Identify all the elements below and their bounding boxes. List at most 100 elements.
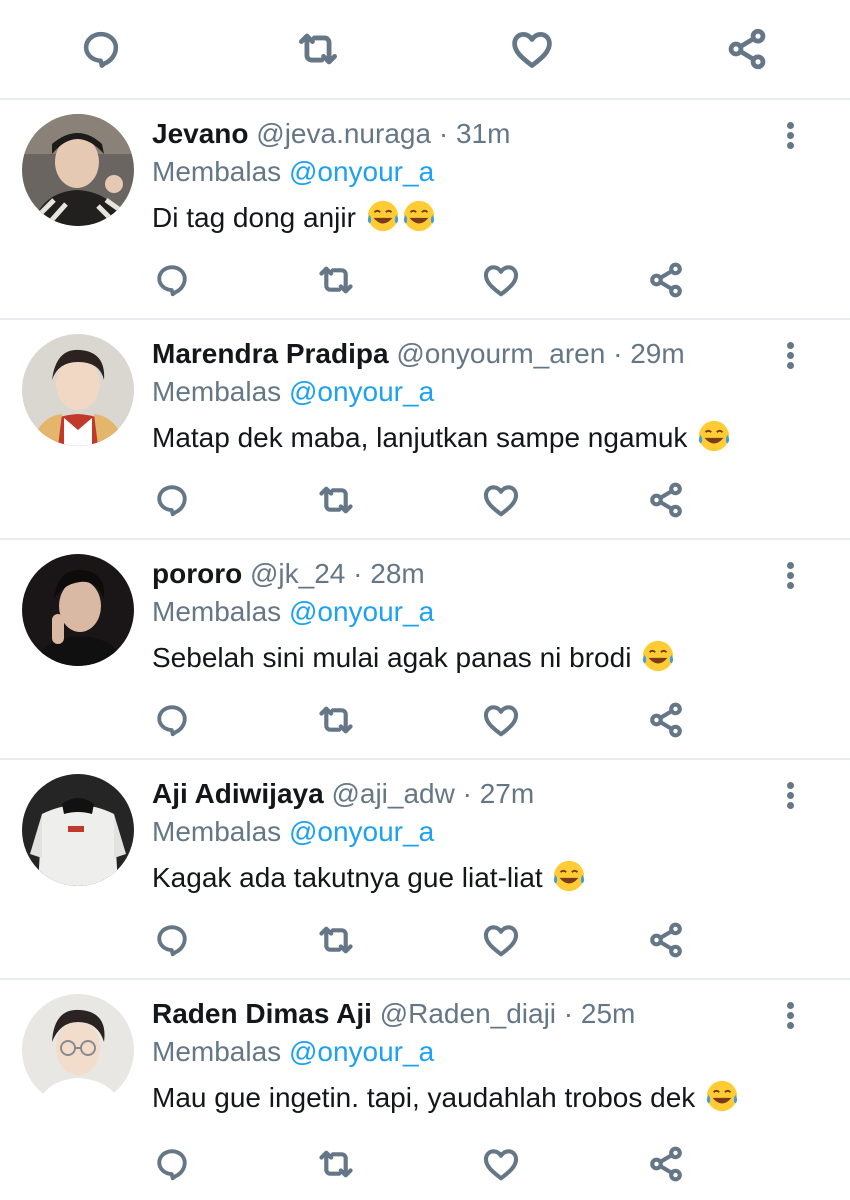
replying-to: Membalas @onyour_a: [152, 594, 434, 630]
tears-of-joy-emoji: [699, 420, 730, 452]
retweet-icon: [298, 33, 338, 65]
replying-to: Membalas @onyour_a: [152, 1034, 434, 1070]
reply-button[interactable]: [152, 260, 192, 300]
retweet-icon: [319, 486, 353, 514]
share-button[interactable]: [646, 260, 686, 300]
tweet-text: Kagak ada takutnya gue liat-liat: [152, 858, 586, 898]
tweet-body: Di tag dong anjir: [152, 202, 356, 233]
like-button[interactable]: [480, 1144, 522, 1184]
reply-button[interactable]: [78, 26, 124, 72]
avatar[interactable]: [22, 774, 134, 886]
reply-tweet[interactable]: pororo @jk_24 · 28m Membalas @onyour_a S…: [0, 540, 850, 760]
share-button[interactable]: [724, 26, 770, 72]
retweet-icon: [319, 1150, 353, 1178]
more-vertical-icon[interactable]: [778, 994, 804, 1034]
share-button[interactable]: [646, 700, 686, 740]
tweet-body: Sebelah sini mulai agak panas ni brodi: [152, 642, 632, 673]
separator-dot: ·: [353, 558, 363, 589]
retweet-button[interactable]: [314, 480, 358, 520]
like-icon: [483, 265, 519, 297]
mention-link[interactable]: @onyour_a: [289, 1036, 434, 1067]
tweet-header: Jevano @jeva.nuraga · 31m: [152, 116, 510, 152]
user-handle: @onyourm_aren: [396, 338, 606, 369]
avatar[interactable]: [22, 994, 134, 1106]
reply-tweet[interactable]: Aji Adiwijaya @aji_adw · 27m Membalas @o…: [0, 760, 850, 980]
replying-to-label: Membalas: [152, 816, 282, 847]
separator-dot: ·: [563, 998, 574, 1029]
reply-icon: [157, 1149, 187, 1181]
display-name[interactable]: Jevano: [152, 118, 249, 149]
reply-icon: [157, 485, 187, 517]
more-vertical-icon[interactable]: [778, 774, 804, 814]
reply-icon: [157, 925, 187, 957]
retweet-button[interactable]: [292, 26, 344, 72]
retweet-button[interactable]: [314, 1144, 358, 1184]
replying-to: Membalas @onyour_a: [152, 154, 434, 190]
timestamp: 25m: [580, 998, 636, 1029]
replying-to: Membalas @onyour_a: [152, 814, 434, 850]
mention-link[interactable]: @onyour_a: [289, 376, 434, 407]
tears-of-joy-emoji: [367, 200, 398, 232]
share-button[interactable]: [646, 480, 686, 520]
more-vertical-icon[interactable]: [778, 114, 804, 154]
reply-tweet[interactable]: Marendra Pradipa @onyourm_aren · 29m Mem…: [0, 320, 850, 540]
reply-button[interactable]: [152, 1144, 192, 1184]
mention-link[interactable]: @onyour_a: [289, 816, 434, 847]
share-icon: [650, 1146, 682, 1182]
like-icon: [483, 705, 519, 737]
tweet-header: pororo @jk_24 · 28m: [152, 556, 425, 592]
reply-tweet[interactable]: Jevano @jeva.nuraga · 31m Membalas @onyo…: [0, 100, 850, 320]
like-icon: [483, 925, 519, 957]
mention-link[interactable]: @onyour_a: [289, 156, 434, 187]
retweet-button[interactable]: [314, 700, 358, 740]
tears-of-joy-emoji: [403, 200, 434, 232]
share-icon: [650, 262, 682, 298]
like-button[interactable]: [480, 480, 522, 520]
more-vertical-icon[interactable]: [778, 554, 804, 594]
mention-link[interactable]: @onyour_a: [289, 596, 434, 627]
avatar[interactable]: [22, 334, 134, 446]
timestamp: 27m: [479, 778, 535, 809]
avatar[interactable]: [22, 114, 134, 226]
user-handle: @jeva.nuraga: [256, 118, 432, 149]
replying-to-label: Membalas: [152, 156, 282, 187]
timestamp: 29m: [630, 338, 685, 369]
tweet-header: Raden Dimas Aji @Raden_diaji · 25m: [152, 996, 635, 1032]
like-button[interactable]: [508, 26, 556, 72]
like-button[interactable]: [480, 920, 522, 960]
tweet-text: Sebelah sini mulai agak panas ni brodi: [152, 638, 675, 678]
share-icon: [728, 28, 766, 70]
reply-button[interactable]: [152, 480, 192, 520]
display-name[interactable]: Marendra Pradipa: [152, 338, 389, 369]
tears-of-joy-emoji: [643, 640, 674, 672]
tweet-text: Matap dek maba, lanjutkan sampe ngamuk: [152, 418, 731, 458]
share-icon: [650, 922, 682, 958]
separator-dot: ·: [613, 338, 623, 369]
tweet-body: Kagak ada takutnya gue liat-liat: [152, 862, 543, 893]
separator-dot: ·: [462, 778, 472, 809]
like-button[interactable]: [480, 260, 522, 300]
retweet-button[interactable]: [314, 920, 358, 960]
like-button[interactable]: [480, 700, 522, 740]
more-vertical-icon[interactable]: [778, 334, 804, 374]
share-button[interactable]: [646, 920, 686, 960]
tears-of-joy-emoji: [706, 1080, 738, 1112]
reply-icon: [157, 265, 187, 297]
share-button[interactable]: [646, 1144, 686, 1184]
retweet-button[interactable]: [314, 260, 358, 300]
reply-tweet[interactable]: Raden Dimas Aji @Raden_diaji · 25m Memba…: [0, 980, 850, 1200]
reply-button[interactable]: [152, 920, 192, 960]
display-name[interactable]: pororo: [152, 558, 242, 589]
display-name[interactable]: Raden Dimas Aji: [152, 998, 372, 1029]
avatar[interactable]: [22, 554, 134, 666]
like-icon: [483, 1149, 519, 1181]
replying-to-label: Membalas: [152, 1036, 282, 1067]
user-handle: @Raden_diaji: [379, 998, 557, 1029]
timestamp: 28m: [370, 558, 425, 589]
display-name[interactable]: Aji Adiwijaya: [152, 778, 324, 809]
separator-dot: ·: [438, 118, 449, 149]
reply-button[interactable]: [152, 700, 192, 740]
replying-to-label: Membalas: [152, 376, 282, 407]
tweet-text: Di tag dong anjir: [152, 198, 436, 238]
replying-to: Membalas @onyour_a: [152, 374, 434, 410]
